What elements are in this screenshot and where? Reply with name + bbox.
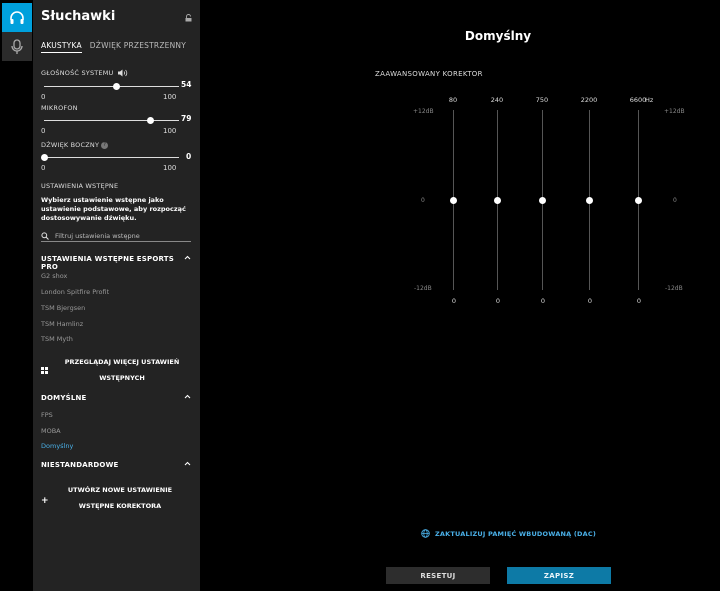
chevron-up-icon[interactable] <box>184 254 191 261</box>
sidetone-label: DŹWIĘK BOCZNY? <box>41 141 109 149</box>
preset-item-moba[interactable]: MOBA <box>41 427 61 435</box>
system-volume-max: 100 <box>163 93 177 101</box>
preset-item-g2-shox[interactable]: G2 shox <box>41 272 67 280</box>
tab-bar: AKUSTYKA DŹWIĘK PRZESTRZENNY <box>41 41 186 53</box>
create-new-preset-button[interactable]: + UTWÓRZ NOWE USTAWIENIE WSTĘPNE KOREKTO… <box>41 482 191 514</box>
headset-device-button[interactable] <box>2 3 32 32</box>
grid-icon <box>41 367 48 374</box>
sidetone-label-text: DŹWIĘK BOCZNY <box>41 141 100 149</box>
sidetone-slider[interactable] <box>44 157 179 158</box>
sidetone-min: 0 <box>41 164 46 172</box>
eq-band-frequency-label: 2200 <box>580 96 598 104</box>
update-onboard-memory-button[interactable]: ZAKTUALIZUJ PAMIĘĆ WBUDOWANĄ (DAC) <box>421 529 596 538</box>
eq-band-frequency-label: 240 <box>490 96 504 104</box>
preset-item-tsm-myth[interactable]: TSM Myth <box>41 335 73 343</box>
tab-acoustics[interactable]: AKUSTYKA <box>41 41 82 53</box>
microphone-icon <box>11 38 23 54</box>
eq-band-value: 0 <box>587 297 593 305</box>
microphone-max: 100 <box>163 127 177 135</box>
system-volume-label: GŁOŚNOŚĆ SYSTEMU <box>41 69 129 77</box>
presets-label: USTAWIENIA WSTĘPNE <box>41 182 119 190</box>
sidetone-value: 0 <box>186 152 192 161</box>
save-button[interactable]: ZAPISZ <box>507 567 611 584</box>
advanced-eq-title: ZAAWANSOWANY KOREKTOR <box>375 70 483 78</box>
hz-unit-label: Hz <box>645 96 654 104</box>
db-mid-right: 0 <box>673 197 677 204</box>
eq-band-slider-thumb[interactable] <box>539 197 546 204</box>
preset-item-tsm-bjergsen[interactable]: TSM Bjergsen <box>41 304 85 312</box>
db-top-right: +12dB <box>664 108 685 115</box>
eq-band-value: 0 <box>495 297 501 305</box>
system-volume-min: 0 <box>41 93 46 101</box>
custom-presets-section-title: NIESTANDARDOWE <box>41 461 119 469</box>
microphone-slider[interactable] <box>44 120 179 121</box>
eq-band-frequency-label: 80 <box>448 96 458 104</box>
tab-surround-sound[interactable]: DŹWIĘK PRZESTRZENNY <box>90 41 186 53</box>
db-top-left: +12dB <box>413 108 434 115</box>
headset-icon <box>10 10 24 24</box>
db-bottom-right: -12dB <box>665 285 683 292</box>
search-icon <box>41 231 49 240</box>
preset-item-default-selected[interactable]: Domyślny <box>41 442 73 450</box>
esports-presets-section-header[interactable]: USTAWIENIA WSTĘPNE ESPORTS PRO <box>41 255 191 271</box>
eq-band-value: 0 <box>451 297 457 305</box>
eq-band-value: 0 <box>636 297 642 305</box>
eq-band-value: 0 <box>540 297 546 305</box>
browse-more-presets-button[interactable]: PRZEGLĄDAJ WIĘCEJ USTAWIEŃ WSTĘPNYCH <box>41 354 191 386</box>
settings-panel: Słuchawki AKUSTYKA DŹWIĘK PRZESTRZENNY G… <box>33 0 200 591</box>
plus-icon: + <box>41 496 49 506</box>
browse-more-presets-label: PRZEGLĄDAJ WIĘCEJ USTAWIEŃ WSTĘPNYCH <box>64 358 180 382</box>
preset-item-tsm-hamlinz[interactable]: TSM Hamlinz <box>41 320 83 328</box>
presets-description: Wybierz ustawienie wstępne jako ustawien… <box>41 196 186 222</box>
db-mid-left: 0 <box>421 197 425 204</box>
custom-presets-section-header[interactable]: NIESTANDARDOWE <box>41 461 191 469</box>
eq-band-slider-thumb[interactable] <box>450 197 457 204</box>
microphone-label: MIKROFON <box>41 104 78 112</box>
globe-icon <box>421 529 430 538</box>
speaker-icon <box>117 69 127 77</box>
chevron-up-icon[interactable] <box>184 393 191 400</box>
preset-search[interactable] <box>41 230 191 242</box>
device-rail <box>0 0 32 591</box>
panel-title: Słuchawki <box>41 9 116 24</box>
update-onboard-memory-label: ZAKTUALIZUJ PAMIĘĆ WBUDOWANĄ (DAC) <box>435 529 597 538</box>
default-presets-section-header[interactable]: DOMYŚLNE <box>41 394 191 402</box>
system-volume-slider[interactable] <box>44 86 179 87</box>
preset-search-input[interactable] <box>55 231 185 240</box>
chevron-up-icon[interactable] <box>184 460 191 467</box>
reset-button[interactable]: RESETUJ <box>386 567 490 584</box>
lock-icon[interactable] <box>185 14 192 22</box>
microphone-device-button[interactable] <box>2 32 32 61</box>
help-icon[interactable]: ? <box>101 141 109 149</box>
eq-band-slider-thumb[interactable] <box>635 197 642 204</box>
eq-band-slider-thumb[interactable] <box>586 197 593 204</box>
system-volume-value: 54 <box>181 80 192 89</box>
preset-item-london-spitfire-profit[interactable]: London Spitfire Profit <box>41 288 109 296</box>
sidetone-max: 100 <box>163 164 177 172</box>
sidetone-slider-thumb[interactable] <box>40 154 48 161</box>
system-volume-label-text: GŁOŚNOŚĆ SYSTEMU <box>41 69 114 77</box>
eq-band-slider-thumb[interactable] <box>494 197 501 204</box>
create-new-preset-label: UTWÓRZ NOWE USTAWIENIE WSTĘPNE KOREKTORA <box>67 486 173 510</box>
preset-title: Domyślny <box>464 29 532 43</box>
microphone-value: 79 <box>181 114 192 123</box>
system-volume-slider-thumb[interactable] <box>113 83 121 90</box>
db-bottom-left: -12dB <box>414 285 432 292</box>
microphone-min: 0 <box>41 127 46 135</box>
eq-band-frequency-label: 750 <box>535 96 549 104</box>
esports-presets-section-title: USTAWIENIA WSTĘPNE ESPORTS PRO <box>41 255 175 271</box>
preset-item-fps[interactable]: FPS <box>41 411 53 419</box>
default-presets-section-title: DOMYŚLNE <box>41 394 87 402</box>
microphone-slider-thumb[interactable] <box>147 117 155 124</box>
